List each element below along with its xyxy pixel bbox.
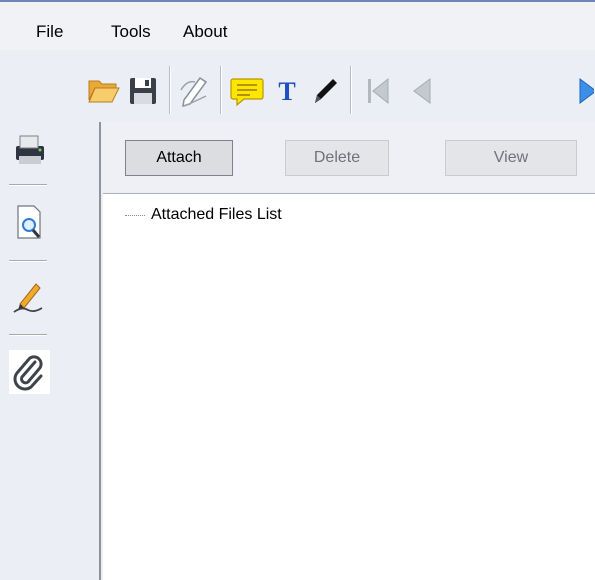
comment-icon[interactable] (228, 70, 266, 110)
text-icon[interactable]: T (268, 70, 306, 110)
toolbar-separator (220, 66, 222, 114)
tree-root-item[interactable]: Attached Files List (125, 206, 282, 224)
sidebar-separator (9, 184, 47, 186)
signature-icon[interactable] (8, 274, 50, 318)
menu-about[interactable]: About (183, 22, 227, 42)
tree-root-label: Attached Files List (151, 206, 282, 223)
pencil-icon[interactable] (306, 70, 344, 110)
sidebar-separator (9, 334, 47, 336)
attach-button[interactable]: Attach (125, 140, 233, 176)
toolbar: T (0, 50, 595, 122)
open-folder-icon[interactable] (84, 70, 122, 110)
printer-icon[interactable] (8, 128, 50, 172)
previous-page-icon[interactable] (402, 70, 440, 110)
attachment-icon[interactable] (8, 350, 50, 394)
edit-pen-icon[interactable] (176, 70, 214, 110)
menu-tools[interactable]: Tools (111, 22, 151, 42)
next-page-icon[interactable] (556, 70, 595, 110)
print-preview-icon[interactable] (8, 200, 50, 244)
svg-text:T: T (278, 77, 295, 106)
delete-button[interactable]: Delete (285, 140, 389, 176)
tree-connector (125, 214, 145, 216)
attachment-button-row: Attach Delete View (101, 122, 595, 192)
menu-file[interactable]: File (36, 22, 63, 42)
first-page-icon[interactable] (360, 70, 398, 110)
save-icon[interactable] (124, 70, 162, 110)
sidebar (0, 122, 98, 580)
sidebar-separator (9, 260, 47, 262)
toolbar-separator (169, 66, 171, 114)
attached-files-tree[interactable]: Attached Files List (103, 193, 595, 580)
toolbar-separator (350, 66, 352, 114)
view-button[interactable]: View (445, 140, 577, 176)
menu-bar: File Tools About (0, 2, 595, 50)
